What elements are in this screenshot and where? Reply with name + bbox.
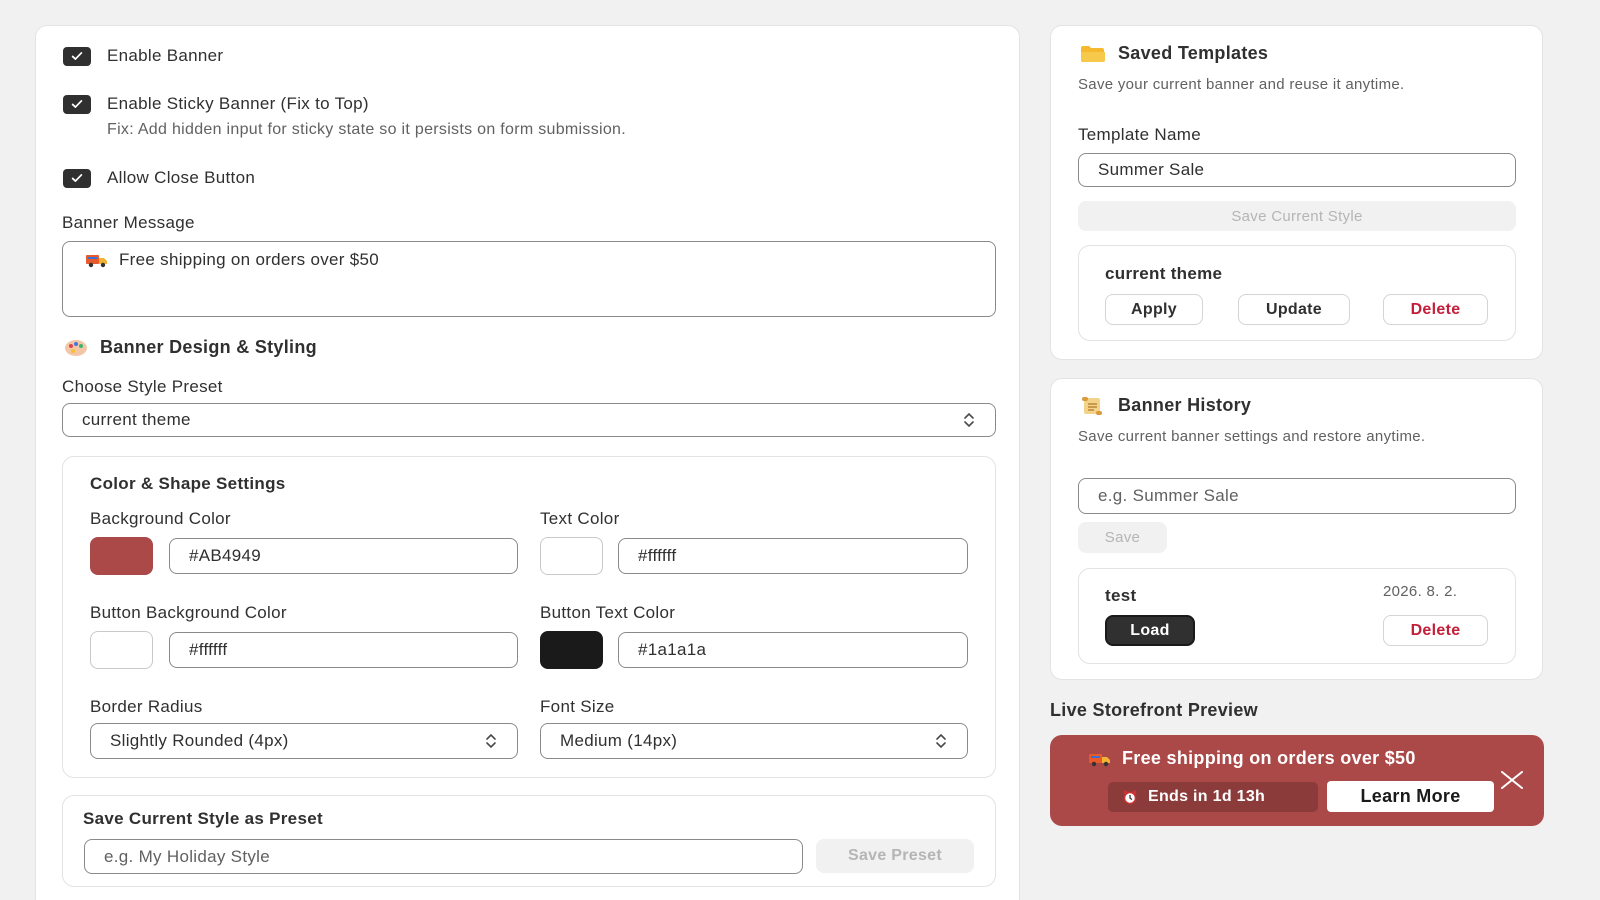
font-size-label: Font Size (540, 697, 615, 716)
button-text-color-swatch[interactable] (540, 631, 603, 669)
truck-icon (86, 255, 107, 268)
apply-template-button[interactable]: Apply (1105, 294, 1203, 325)
chevron-updown-icon (936, 733, 946, 749)
folder-icon (1081, 45, 1105, 62)
button-bg-color-value: #ffffff (189, 640, 228, 659)
chevron-updown-icon (964, 412, 974, 428)
preview-message: Free shipping on orders over $50 (1122, 748, 1416, 768)
template-name-value: Summer Sale (1098, 160, 1205, 179)
design-heading: Banner Design & Styling (64, 337, 317, 358)
font-size-select[interactable]: Medium (14px) (540, 723, 968, 759)
banner-history-title: Banner History (1118, 395, 1252, 415)
button-bg-color-swatch[interactable] (90, 631, 153, 669)
history-item-date: 2026. 8. 2. (1383, 583, 1458, 600)
close-button-label: Allow Close Button (107, 168, 256, 187)
text-color-label: Text Color (540, 509, 620, 528)
close-button-checkbox[interactable] (63, 168, 91, 188)
truck-icon (1089, 753, 1110, 766)
banner-history-heading: Banner History (1080, 395, 1251, 416)
delete-template-button[interactable]: Delete (1383, 294, 1488, 325)
scroll-icon (1082, 396, 1102, 415)
checkmark-icon (71, 100, 83, 108)
palette-icon (65, 339, 87, 356)
sticky-banner-help: Fix: Add hidden input for sticky state s… (107, 121, 627, 138)
saved-templates-heading: Saved Templates (1080, 43, 1268, 64)
background-color-value: #AB4949 (189, 546, 262, 565)
countdown-badge: Ends in 1d 13h (1108, 782, 1318, 812)
sticky-banner-row[interactable]: Enable Sticky Banner (Fix to Top) (63, 94, 369, 114)
background-color-input[interactable]: #AB4949 (169, 538, 518, 574)
background-color-label: Background Color (90, 509, 231, 528)
live-preview-title: Live Storefront Preview (1050, 700, 1258, 720)
template-item-name: current theme (1105, 264, 1223, 283)
color-shape-title: Color & Shape Settings (90, 474, 286, 493)
border-radius-select[interactable]: Slightly Rounded (4px) (90, 723, 518, 759)
enable-banner-checkbox[interactable] (63, 46, 91, 66)
font-size-value: Medium (14px) (560, 731, 678, 750)
text-color-value: #ffffff (638, 546, 677, 565)
preset-label: Choose Style Preset (62, 377, 223, 396)
text-color-swatch[interactable] (540, 537, 603, 575)
close-button-row[interactable]: Allow Close Button (63, 168, 255, 188)
preview-cta-button[interactable]: Learn More (1327, 781, 1494, 812)
button-bg-color-input[interactable]: #ffffff (169, 632, 518, 668)
button-text-color-label: Button Text Color (540, 603, 676, 622)
banner-message-value: Free shipping on orders over $50 (119, 250, 380, 269)
banner-message-label: Banner Message (62, 213, 195, 232)
sticky-banner-checkbox[interactable] (63, 94, 91, 114)
background-color-swatch[interactable] (90, 537, 153, 575)
enable-banner-label: Enable Banner (107, 46, 224, 65)
save-current-style-button[interactable]: Save Current Style (1078, 201, 1516, 231)
style-preset-value: current theme (82, 410, 191, 429)
history-name-input[interactable]: e.g. Summer Sale (1078, 478, 1516, 514)
enable-banner-row[interactable]: Enable Banner (63, 46, 223, 66)
preset-name-input[interactable]: e.g. My Holiday Style (84, 839, 803, 874)
sticky-banner-label: Enable Sticky Banner (Fix to Top) (107, 94, 369, 113)
border-radius-value: Slightly Rounded (4px) (110, 731, 289, 750)
history-item-name: test (1105, 586, 1137, 605)
text-color-input[interactable]: #ffffff (618, 538, 968, 574)
banner-message-textarea[interactable]: Free shipping on orders over $50 (62, 241, 996, 317)
load-history-button[interactable]: Load (1105, 615, 1195, 646)
banner-history-description: Save current banner settings and restore… (1078, 428, 1426, 445)
preset-name-placeholder: e.g. My Holiday Style (104, 846, 270, 866)
save-history-button[interactable]: Save (1078, 522, 1167, 553)
button-text-color-value: #1a1a1a (638, 640, 707, 659)
saved-templates-description: Save your current banner and reuse it an… (1078, 76, 1405, 93)
preview-banner: Free shipping on orders over $50 Ends in… (1050, 735, 1544, 826)
save-preset-title: Save Current Style as Preset (83, 809, 323, 828)
button-text-color-input[interactable]: #1a1a1a (618, 632, 968, 668)
template-name-label: Template Name (1078, 125, 1201, 144)
checkmark-icon (71, 52, 83, 60)
checkmark-icon (71, 174, 83, 182)
button-bg-color-label: Button Background Color (90, 603, 287, 622)
border-radius-label: Border Radius (90, 697, 203, 716)
template-name-input[interactable]: Summer Sale (1078, 153, 1516, 187)
history-name-placeholder: e.g. Summer Sale (1098, 486, 1239, 505)
saved-templates-title: Saved Templates (1118, 43, 1269, 63)
design-heading-text: Banner Design & Styling (100, 337, 317, 357)
countdown-text: Ends in 1d 13h (1148, 788, 1266, 805)
update-template-button[interactable]: Update (1238, 294, 1350, 325)
delete-history-button[interactable]: Delete (1383, 615, 1488, 646)
save-preset-button[interactable]: Save Preset (816, 839, 974, 873)
alarm-clock-icon (1123, 790, 1137, 805)
close-icon[interactable] (1500, 771, 1524, 789)
template-item (1078, 245, 1516, 341)
chevron-updown-icon (486, 733, 496, 749)
style-preset-select[interactable]: current theme (62, 403, 996, 437)
